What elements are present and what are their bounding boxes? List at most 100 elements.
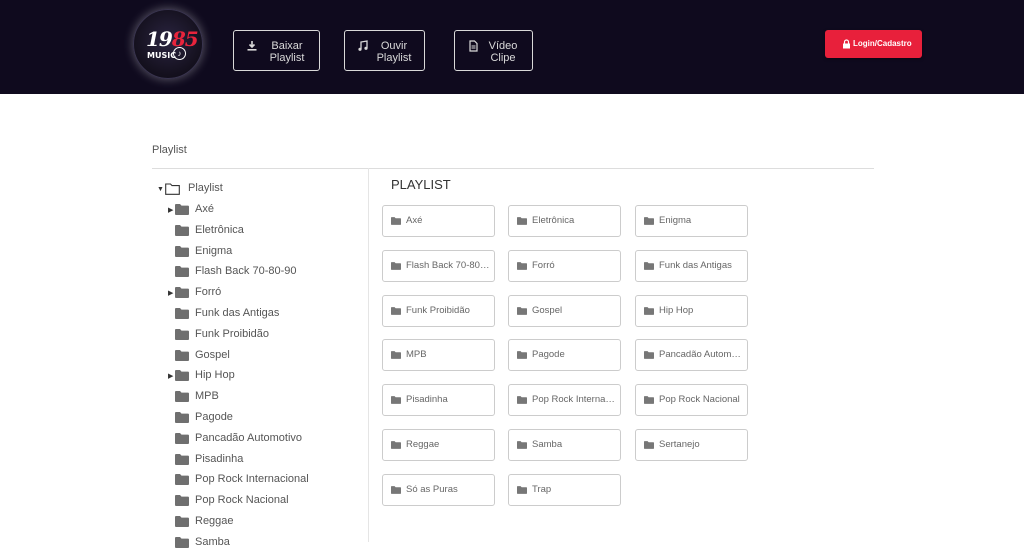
logo[interactable]: 1985 MUSIC ♪ (133, 9, 203, 79)
playlist-card-label: Axé (406, 215, 423, 226)
playlist-card-label: Hip Hop (659, 304, 694, 316)
tree-item-label: Pisadinha (195, 452, 244, 465)
tree-item-label: Flash Back 70-80-90 (195, 265, 297, 278)
folder-icon (175, 204, 189, 215)
video-clipe-button[interactable]: Vídeo Clipe (454, 30, 533, 71)
folder-open-icon (165, 183, 180, 195)
folder-icon (517, 261, 527, 270)
playlist-card[interactable]: Pagode (508, 339, 621, 372)
playlist-card[interactable]: Eletrônica (508, 205, 621, 237)
tree-item-label: Eletrônica (195, 223, 244, 236)
tree-item-label: MPB (195, 390, 219, 403)
playlist-card[interactable]: Funk Proibidão (382, 294, 495, 327)
folder-icon (391, 217, 401, 225)
playlist-card-label: Pop Rock Internacional (532, 394, 617, 406)
playlist-card[interactable]: Hip Hop (635, 294, 748, 327)
tree-item-label: Reggae (195, 515, 234, 527)
ouvir-playlist-label: Ouvir Playlist (376, 40, 412, 64)
divider (152, 168, 874, 169)
ouvir-playlist-button[interactable]: Ouvir Playlist (344, 30, 425, 71)
tree-item[interactable]: Pop Rock Internacional (168, 473, 358, 487)
tree-item[interactable]: Pop Rock Nacional (168, 494, 358, 508)
playlist-card[interactable]: Axé (382, 205, 495, 237)
folder-icon (517, 351, 527, 360)
tree-item-label: Funk das Antigas (195, 307, 280, 319)
caret-right-icon[interactable]: ▶ (168, 289, 173, 297)
folder-icon (175, 432, 189, 444)
tree-item[interactable]: Reggae (168, 515, 358, 529)
playlist-card[interactable]: Trap (508, 473, 621, 506)
tree-item-label: Pop Rock Nacional (195, 494, 289, 507)
login-cadastro-button[interactable]: Login/Cadastro (825, 30, 922, 58)
tree-item[interactable]: Pancadão Automotivo (168, 432, 358, 446)
tree-item[interactable]: ▶ Axé (168, 203, 358, 217)
tree-item[interactable]: ▶ Forró (168, 286, 358, 300)
login-cadastro-label: Login/Cadastro (853, 39, 912, 48)
tree-item-label: Pagode (195, 411, 233, 423)
playlist-card[interactable]: Flash Back 70-80-90 (382, 249, 495, 282)
playlist-card-label: Trap (532, 483, 552, 495)
caret-right-icon[interactable]: ▶ (168, 206, 173, 214)
playlist-card[interactable]: Funk das Antigas (635, 249, 748, 282)
download-icon (247, 41, 257, 51)
folder-icon (391, 261, 401, 270)
playlist-card[interactable]: Só as Puras (382, 473, 495, 506)
tree-item[interactable]: Samba (168, 536, 358, 550)
folder-icon (175, 308, 189, 319)
tree-item[interactable]: Pisadinha (168, 453, 358, 467)
playlist-card[interactable]: Pisadinha (382, 384, 495, 417)
playlist-card[interactable]: Enigma (635, 205, 748, 237)
folder-icon (175, 245, 189, 257)
tree-item-label: Hip Hop (195, 369, 235, 382)
playlist-card[interactable]: Pop Rock Internacional (508, 384, 621, 417)
tree-item[interactable]: Enigma (168, 245, 358, 259)
music-note-icon: ♪ (173, 47, 186, 60)
playlist-card-label: Eletrônica (532, 215, 575, 226)
music-note-icon (358, 40, 368, 51)
tree-item-label: Forró (195, 286, 222, 299)
tree-item[interactable]: Funk Proibidão (168, 328, 358, 342)
header: 1985 MUSIC ♪ Baixar Playlist Ouvir Playlis… (0, 0, 1024, 94)
playlist-card[interactable]: Pancadão Automotivo (635, 339, 748, 372)
playlist-card-label: Gospel (532, 304, 563, 316)
video-clipe-label: Vídeo Clipe (488, 40, 518, 64)
folder-icon (517, 306, 527, 315)
tree-item-label: Axé (195, 203, 214, 215)
playlist-card-label: Forró (532, 259, 555, 271)
playlist-card-label: MPB (406, 349, 427, 361)
folder-icon (644, 261, 654, 270)
folder-icon (644, 217, 654, 225)
folder-icon (175, 370, 189, 382)
playlist-card[interactable]: Forró (508, 249, 621, 282)
folder-icon (175, 412, 189, 423)
folder-icon (391, 306, 401, 315)
caret-right-icon[interactable]: ▶ (168, 372, 173, 380)
breadcrumb[interactable]: Playlist (152, 144, 187, 156)
playlist-card[interactable]: MPB (382, 339, 495, 372)
playlist-card[interactable]: Samba (508, 429, 621, 461)
playlist-card-label: Funk das Antigas (659, 259, 732, 271)
caret-down-icon[interactable]: ▼ (157, 186, 164, 193)
playlist-card[interactable]: Gospel (508, 294, 621, 327)
folder-icon (175, 391, 189, 403)
playlist-card-label: Pancadão Automotivo (659, 349, 744, 361)
sidebar-divider (368, 168, 369, 542)
tree-item-label: Pancadão Automotivo (195, 431, 303, 444)
playlist-card-label: Reggae (406, 439, 440, 450)
tree-item[interactable]: ▶ Hip Hop (168, 369, 358, 383)
baixar-playlist-button[interactable]: Baixar Playlist (233, 30, 320, 71)
folder-icon (175, 224, 189, 236)
playlist-card[interactable]: Sertanejo (635, 429, 748, 461)
tree-item[interactable]: Gospel (168, 349, 358, 363)
playlist-card[interactable]: Pop Rock Nacional (635, 384, 748, 417)
baixar-playlist-label: Baixar Playlist (269, 40, 305, 64)
logo-word: MUSIC (147, 51, 177, 60)
tree-item[interactable]: Eletrônica (168, 224, 358, 238)
playlist-card[interactable]: Reggae (382, 429, 495, 461)
folder-icon (517, 217, 527, 225)
tree-item[interactable]: Pagode (168, 411, 358, 425)
playlist-card-label: Samba (532, 439, 563, 450)
tree-item[interactable]: Flash Back 70-80-90 (168, 265, 358, 279)
tree-item[interactable]: MPB (168, 390, 358, 404)
tree-item[interactable]: Funk das Antigas (168, 307, 358, 321)
